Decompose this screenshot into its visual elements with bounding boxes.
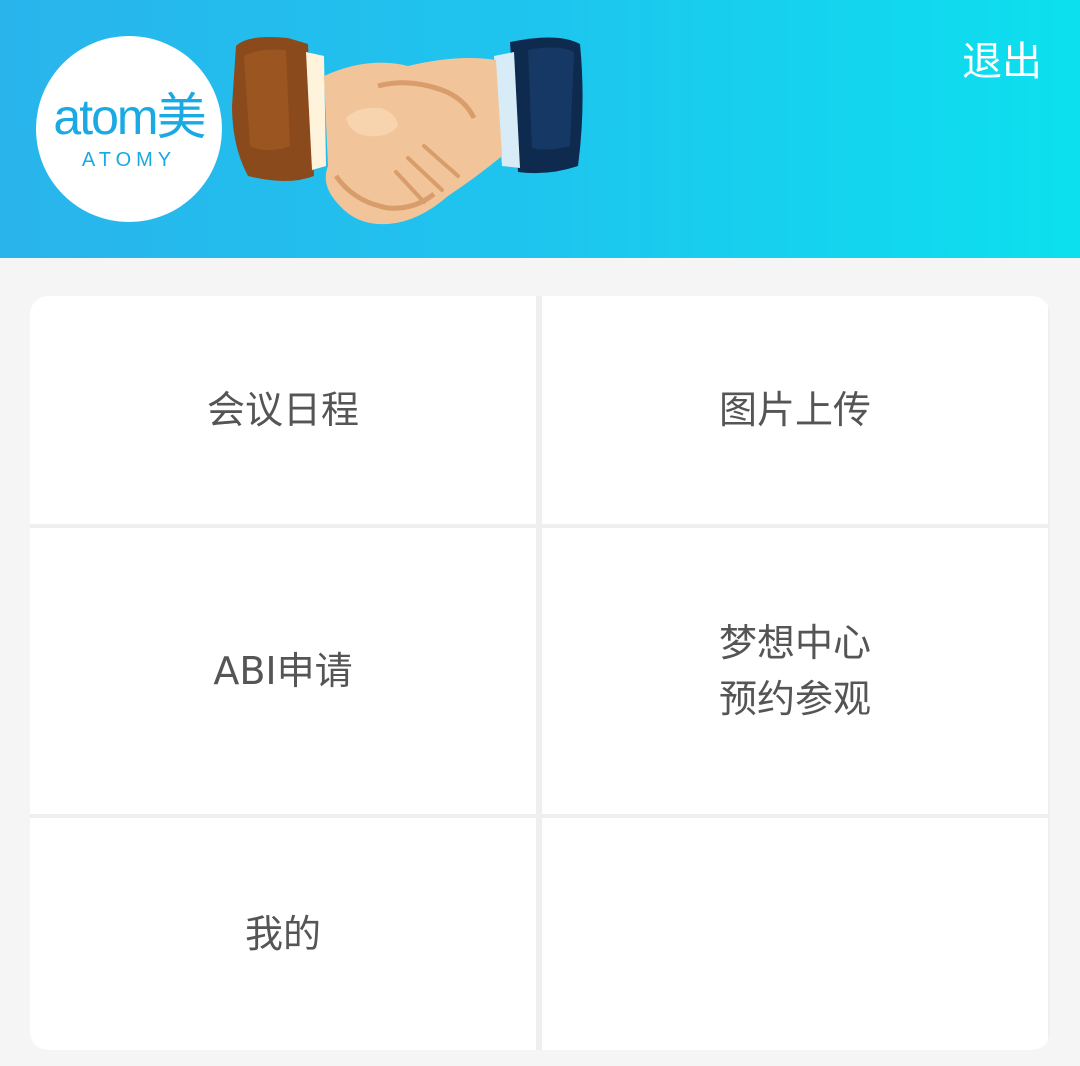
abi-apply-label: ABI申请	[213, 649, 353, 693]
abi-apply-tile[interactable]: ABI申请	[30, 528, 536, 814]
logo-subtext: ATOMY	[81, 149, 177, 171]
dream-center-line1: 梦想中心	[718, 621, 871, 665]
mine-label: 我的	[244, 912, 321, 956]
empty-tile	[542, 818, 1048, 1050]
menu-grid: 会议日程 图片上传 ABI申请 梦想中心 预约参观 我的	[30, 296, 1050, 1050]
header-banner: atom美 ATOMY 退出	[0, 0, 1080, 258]
mine-tile[interactable]: 我的	[30, 818, 536, 1050]
dream-center-visit-tile[interactable]: 梦想中心 预约参观	[542, 528, 1048, 814]
meeting-schedule-label: 会议日程	[206, 388, 359, 432]
photo-upload-label: 图片上传	[718, 388, 871, 432]
logout-button[interactable]: 退出	[962, 42, 1042, 82]
handshake-illustration	[232, 37, 583, 225]
dream-center-line2: 预约参观	[718, 677, 871, 721]
meeting-schedule-tile[interactable]: 会议日程	[30, 296, 536, 524]
dream-center-visit-label: 梦想中心 预约参观	[719, 615, 871, 727]
atomy-logo: atom美 ATOMY	[36, 36, 222, 222]
logo-wordmark: atom美	[53, 89, 206, 145]
photo-upload-tile[interactable]: 图片上传	[542, 296, 1048, 524]
